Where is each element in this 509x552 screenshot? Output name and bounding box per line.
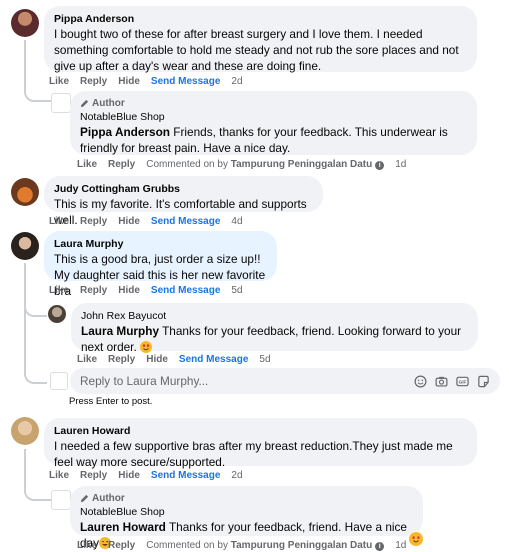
- reply-author[interactable]: NotableBlue Shop: [80, 505, 413, 519]
- reply-button[interactable]: Reply: [80, 285, 107, 296]
- reply-actions: Like Reply Commented on by Tampurung Penin…: [77, 540, 417, 552]
- hide-button[interactable]: Hide: [146, 354, 168, 365]
- pencil-icon: [80, 99, 89, 108]
- hide-button[interactable]: Hide: [118, 285, 140, 296]
- info-icon[interactable]: i: [375, 542, 385, 551]
- post-hint: Press Enter to post.: [69, 396, 153, 407]
- reply-author[interactable]: NotableBlue Shop: [80, 110, 467, 124]
- sticker-icon[interactable]: [477, 375, 490, 388]
- send-message-button[interactable]: Send Message: [179, 354, 248, 365]
- timestamp[interactable]: 4d: [231, 216, 242, 227]
- comment-actions: Like Reply Hide Send Message 5d: [49, 285, 254, 297]
- camera-icon[interactable]: [435, 375, 448, 388]
- comment-bubble: Judy Cottingham Grubbs This is my favori…: [44, 176, 323, 227]
- comment-bubble: Laura Murphy This is a good bra, just or…: [44, 231, 277, 298]
- comment-actions: Like Reply Hide Send Message 4d: [49, 216, 254, 228]
- send-message-button[interactable]: Send Message: [151, 76, 220, 87]
- like-button[interactable]: Like: [49, 216, 69, 227]
- avatar[interactable]: [11, 9, 39, 37]
- pencil-icon: [80, 494, 89, 503]
- comment-text: This is a good bra, just order a size up…: [54, 252, 261, 266]
- reply-input[interactable]: [80, 374, 414, 388]
- avatar[interactable]: [11, 417, 39, 445]
- hide-button[interactable]: Hide: [118, 76, 140, 87]
- author-badge: Author: [80, 97, 467, 110]
- reply-bubble: Author NotableBlue Shop Lauren Howard Th…: [70, 486, 423, 550]
- mention-tag[interactable]: Pippa Anderson: [80, 125, 170, 139]
- commented-on-by: Commented on by Tampurung Peninggalan Da…: [146, 159, 385, 170]
- mention-tag[interactable]: Laura Murphy: [81, 324, 159, 338]
- timestamp[interactable]: 1d: [395, 540, 406, 551]
- reply-bubble: Author NotableBlue Shop Pippa Anderson F…: [70, 91, 477, 155]
- reply-button[interactable]: Reply: [108, 159, 135, 170]
- comment-author[interactable]: Laura Murphy: [54, 237, 267, 251]
- reply-button[interactable]: Reply: [80, 76, 107, 87]
- page-avatar[interactable]: [50, 372, 68, 390]
- page-avatar[interactable]: [51, 93, 71, 113]
- comment-bubble: Pippa Anderson I bought two of these for…: [44, 6, 477, 73]
- reply-box[interactable]: GIF: [70, 368, 500, 394]
- reply-actions: Like Reply Hide Send Message 5d: [77, 354, 282, 366]
- comment-text: I bought two of these for after breast s…: [54, 27, 459, 73]
- comment-author[interactable]: Pippa Anderson: [54, 12, 467, 26]
- author-badge: Author: [80, 492, 413, 505]
- send-message-button[interactable]: Send Message: [151, 470, 220, 481]
- like-button[interactable]: Like: [77, 540, 97, 551]
- reply-button[interactable]: Reply: [80, 470, 107, 481]
- info-icon[interactable]: i: [375, 161, 385, 170]
- svg-text:GIF: GIF: [459, 379, 467, 384]
- reply-text: Laura Murphy Thanks for your feedback, f…: [81, 324, 462, 354]
- comment-author[interactable]: Lauren Howard: [54, 424, 467, 438]
- timestamp[interactable]: 2d: [231, 76, 242, 87]
- mention-tag[interactable]: Lauren Howard: [80, 520, 166, 534]
- comment-actions: Like Reply Hide Send Message 2d: [49, 76, 254, 88]
- avatar[interactable]: [48, 305, 66, 323]
- like-button[interactable]: Like: [77, 159, 97, 170]
- page-avatar[interactable]: [51, 490, 71, 510]
- emoji-icon[interactable]: [414, 375, 427, 388]
- hide-button[interactable]: Hide: [118, 216, 140, 227]
- reply-button[interactable]: Reply: [108, 540, 135, 551]
- hide-button[interactable]: Hide: [118, 470, 140, 481]
- timestamp[interactable]: 1d: [395, 159, 406, 170]
- comment-bubble: Lauren Howard I needed a few supportive …: [44, 418, 477, 469]
- timestamp[interactable]: 5d: [231, 285, 242, 296]
- reply-author[interactable]: John Rex Bayucot: [81, 309, 468, 323]
- timestamp[interactable]: 2d: [231, 470, 242, 481]
- avatar[interactable]: [11, 232, 39, 260]
- like-button[interactable]: Like: [77, 354, 97, 365]
- comment-text: I needed a few supportive bras after my …: [54, 439, 453, 469]
- reply-tools: GIF: [414, 375, 490, 388]
- reply-button[interactable]: Reply: [108, 354, 135, 365]
- reply-text: Pippa Anderson Friends, thanks for your …: [80, 125, 448, 155]
- send-message-button[interactable]: Send Message: [151, 285, 220, 296]
- reply-actions: Like Reply Commented on by Tampurung Penin…: [77, 159, 417, 171]
- avatar[interactable]: [11, 178, 39, 206]
- heart-eyes-emoji-icon: [140, 341, 153, 353]
- gif-icon[interactable]: GIF: [456, 375, 469, 388]
- thread-connector: [24, 300, 47, 384]
- commented-on-by: Commented on by Tampurung Peninggalan Da…: [146, 540, 385, 551]
- send-message-button[interactable]: Send Message: [151, 216, 220, 227]
- comment-actions: Like Reply Hide Send Message 2d: [49, 470, 254, 482]
- reply-button[interactable]: Reply: [80, 216, 107, 227]
- like-button[interactable]: Like: [49, 285, 69, 296]
- timestamp[interactable]: 5d: [259, 354, 270, 365]
- reply-bubble: John Rex Bayucot Laura Murphy Thanks for…: [71, 303, 478, 354]
- comment-author[interactable]: Judy Cottingham Grubbs: [54, 182, 313, 196]
